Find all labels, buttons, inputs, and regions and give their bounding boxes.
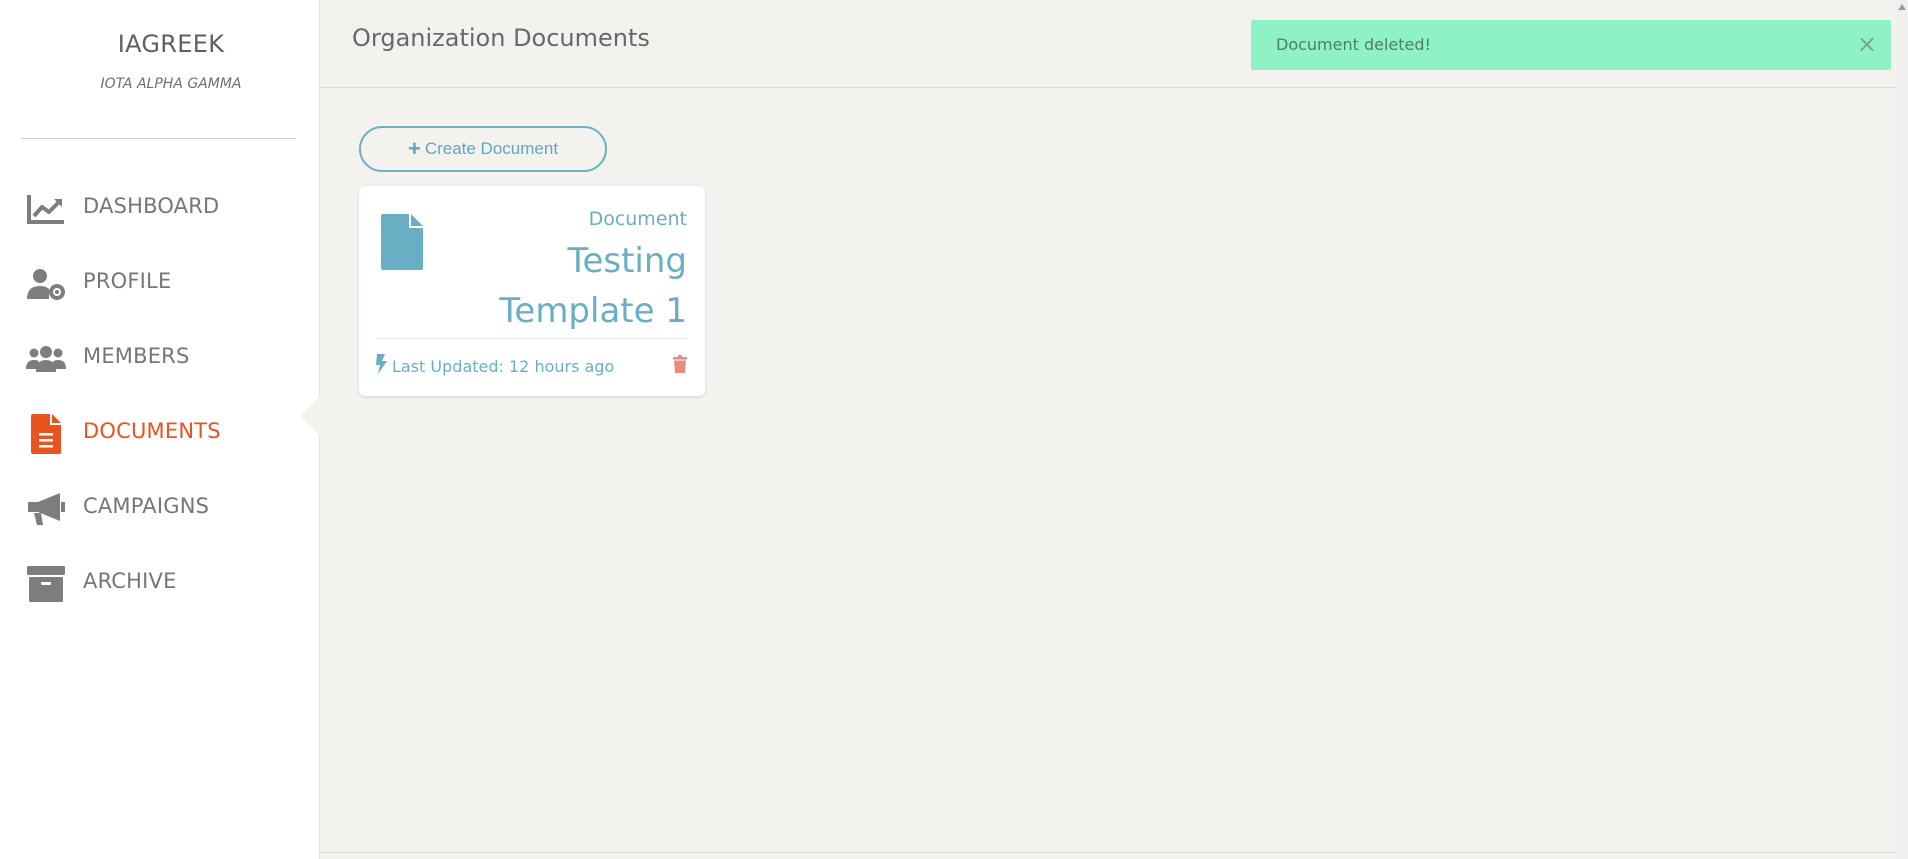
document-card[interactable]: Document Testing Template 1 Last Updated… xyxy=(359,186,705,396)
chart-line-icon xyxy=(26,189,66,229)
trash-icon[interactable] xyxy=(673,355,687,377)
sidebar-item-label: ARCHIVE xyxy=(83,569,177,593)
scrollbar[interactable] xyxy=(1896,0,1908,859)
create-document-label: Create Document xyxy=(424,139,559,158)
user-gear-icon xyxy=(26,264,66,304)
document-type: Document xyxy=(588,208,687,230)
create-document-button[interactable]: + Create Document xyxy=(359,126,607,172)
sidebar-item-label: CAMPAIGNS xyxy=(83,494,210,518)
card-divider xyxy=(377,338,687,339)
sidebar-divider xyxy=(21,138,296,139)
toast-message: Document deleted! xyxy=(1276,35,1431,54)
sidebar-item-archive[interactable]: ARCHIVE xyxy=(0,554,320,614)
sidebar-item-label: DOCUMENTS xyxy=(83,419,221,443)
sidebar-item-profile[interactable]: PROFILE xyxy=(0,254,320,314)
sidebar-item-label: PROFILE xyxy=(83,269,172,293)
active-indicator xyxy=(300,395,321,437)
sidebar-item-documents[interactable]: DOCUMENTS xyxy=(0,395,321,464)
users-icon xyxy=(26,339,66,379)
toast-notification: Document deleted! × xyxy=(1251,20,1891,70)
archive-box-icon xyxy=(26,564,66,604)
document-icon xyxy=(26,414,66,454)
document-title[interactable]: Testing Template 1 xyxy=(467,236,687,336)
page-title: Organization Documents xyxy=(352,24,650,52)
megaphone-icon xyxy=(26,489,66,529)
sidebar-item-members[interactable]: MEMBERS xyxy=(0,329,320,389)
sidebar-item-label: DASHBOARD xyxy=(83,194,220,218)
org-name: IAGREEK xyxy=(117,30,225,58)
scroll-up-arrow-icon[interactable] xyxy=(1898,4,1906,10)
close-icon[interactable]: × xyxy=(1857,30,1877,58)
plus-icon: + xyxy=(407,136,421,161)
sidebar-item-dashboard[interactable]: DASHBOARD xyxy=(0,179,320,239)
sidebar: IAGREEK IOTA ALPHA GAMMA DASHBOARD PROFI… xyxy=(0,0,321,859)
file-icon xyxy=(381,214,423,274)
org-subtitle: IOTA ALPHA GAMMA xyxy=(100,76,242,92)
card-footer: Last Updated: 12 hours ago xyxy=(376,354,614,378)
sidebar-item-campaigns[interactable]: CAMPAIGNS xyxy=(0,479,320,539)
footer-divider xyxy=(320,852,1896,853)
last-updated-text: Last Updated: 12 hours ago xyxy=(392,356,615,376)
sidebar-item-label: MEMBERS xyxy=(83,344,190,368)
bolt-icon xyxy=(376,354,388,378)
